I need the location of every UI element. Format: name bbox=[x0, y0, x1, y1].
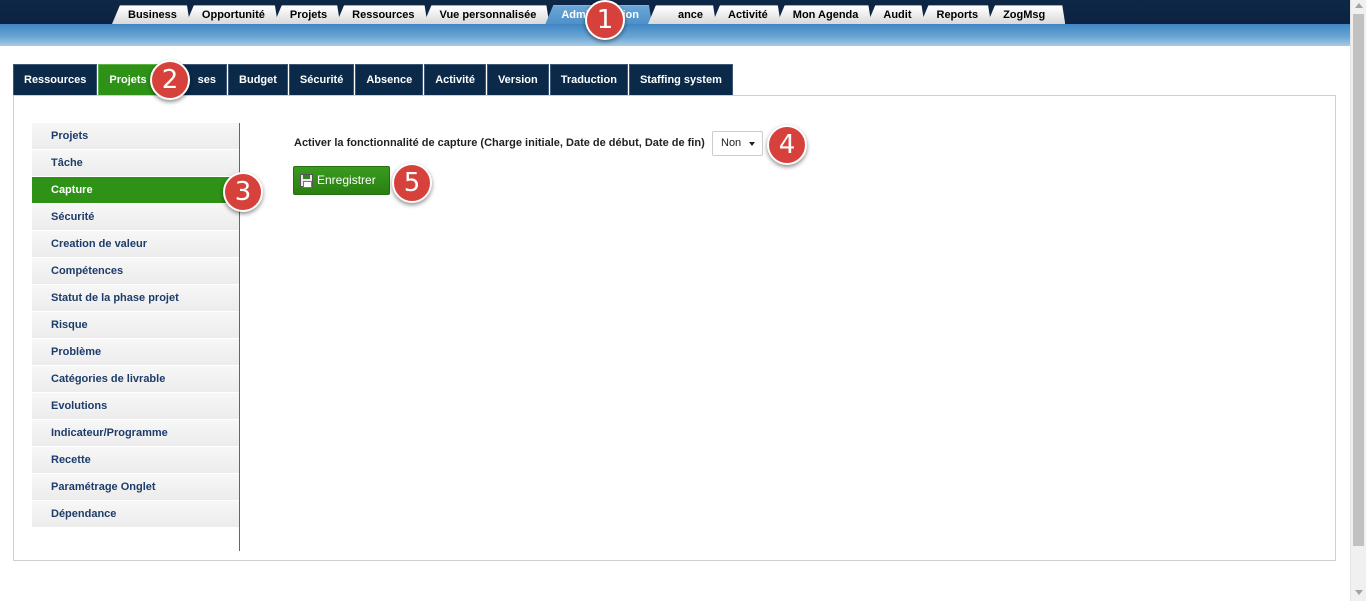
sub-tab-traduction[interactable]: Traduction bbox=[549, 64, 628, 96]
sub-tab-securite[interactable]: Sécurité bbox=[288, 64, 355, 96]
sub-tab-activite[interactable]: Activité bbox=[424, 64, 486, 96]
top-tab-projets[interactable]: Projets bbox=[274, 5, 340, 24]
top-tab-business[interactable]: Business bbox=[112, 5, 190, 24]
side-menu-item-categories-livrable[interactable]: Catégories de livrable bbox=[32, 366, 239, 393]
sub-tab-version[interactable]: Version bbox=[486, 64, 549, 96]
scrollbar-thumb[interactable] bbox=[1353, 14, 1364, 546]
sub-tab-staffing-system[interactable]: Staffing system bbox=[628, 64, 733, 96]
side-menu-item-parametrage-onglet[interactable]: Paramétrage Onglet bbox=[32, 474, 239, 501]
annotation-marker-2: 2 bbox=[150, 60, 190, 100]
side-menu-item-projets[interactable]: Projets bbox=[32, 123, 239, 150]
top-tab-reports[interactable]: Reports bbox=[921, 5, 992, 24]
save-button[interactable]: Enregistrer bbox=[293, 166, 390, 195]
chevron-down-icon bbox=[749, 142, 755, 146]
annotation-marker-5: 5 bbox=[392, 163, 432, 203]
annotation-marker-4: 4 bbox=[767, 125, 807, 165]
top-tab-activite[interactable]: Activité bbox=[712, 5, 781, 24]
scroll-up-arrow-icon[interactable] bbox=[1355, 3, 1363, 8]
side-menu-item-capture[interactable]: Capture bbox=[32, 177, 239, 204]
side-menu-item-risque[interactable]: Risque bbox=[32, 312, 239, 339]
admin-sub-tabs: Ressources Projets ses Budget Sécurité A… bbox=[13, 64, 734, 96]
side-menu-item-securite[interactable]: Sécurité bbox=[32, 204, 239, 231]
vertical-scrollbar[interactable] bbox=[1350, 0, 1366, 601]
top-tab-opportunite[interactable]: Opportunité bbox=[186, 5, 278, 24]
side-menu-item-probleme[interactable]: Problème bbox=[32, 339, 239, 366]
top-tab-vue-personnalisee[interactable]: Vue personnalisée bbox=[424, 5, 550, 24]
side-menu-item-indicateur-programme[interactable]: Indicateur/Programme bbox=[32, 420, 239, 447]
top-tab-zogmsg[interactable]: ZogMsg bbox=[987, 5, 1065, 24]
top-tab-ance[interactable]: ance bbox=[648, 5, 716, 24]
side-menu-item-tache[interactable]: Tâche bbox=[32, 150, 239, 177]
top-tab-audit[interactable]: Audit bbox=[867, 5, 924, 24]
side-menu-item-statut-phase-projet[interactable]: Statut de la phase projet bbox=[32, 285, 239, 312]
side-menu-item-dependance[interactable]: Dépendance bbox=[32, 501, 239, 528]
side-menu: Projets Tâche Capture Sécurité Creation … bbox=[32, 123, 240, 551]
side-menu-item-competences[interactable]: Compétences bbox=[32, 258, 239, 285]
save-button-label: Enregistrer bbox=[317, 173, 376, 187]
top-navigation-bar: Business Opportunité Projets Ressources … bbox=[0, 0, 1350, 24]
side-menu-item-evolutions[interactable]: Evolutions bbox=[32, 393, 239, 420]
side-menu-item-creation-de-valeur[interactable]: Creation de valeur bbox=[32, 231, 239, 258]
header-band bbox=[0, 24, 1350, 46]
floppy-disk-icon bbox=[300, 174, 313, 188]
annotation-marker-3: 3 bbox=[223, 172, 263, 212]
scroll-down-arrow-icon[interactable] bbox=[1355, 590, 1363, 595]
top-tab-mon-agenda[interactable]: Mon Agenda bbox=[777, 5, 872, 24]
sub-tab-budget[interactable]: Budget bbox=[228, 64, 288, 96]
top-tab-ressources[interactable]: Ressources bbox=[336, 5, 427, 24]
sub-tab-absence[interactable]: Absence bbox=[355, 64, 424, 96]
capture-setting-value: Non bbox=[721, 137, 742, 149]
capture-setting-label: Activer la fonctionnalité de capture (Ch… bbox=[294, 137, 705, 149]
annotation-marker-1: 1 bbox=[585, 0, 625, 40]
side-menu-item-recette[interactable]: Recette bbox=[32, 447, 239, 474]
capture-setting-select[interactable]: Non bbox=[712, 131, 763, 156]
sub-tab-ressources[interactable]: Ressources bbox=[13, 64, 98, 96]
